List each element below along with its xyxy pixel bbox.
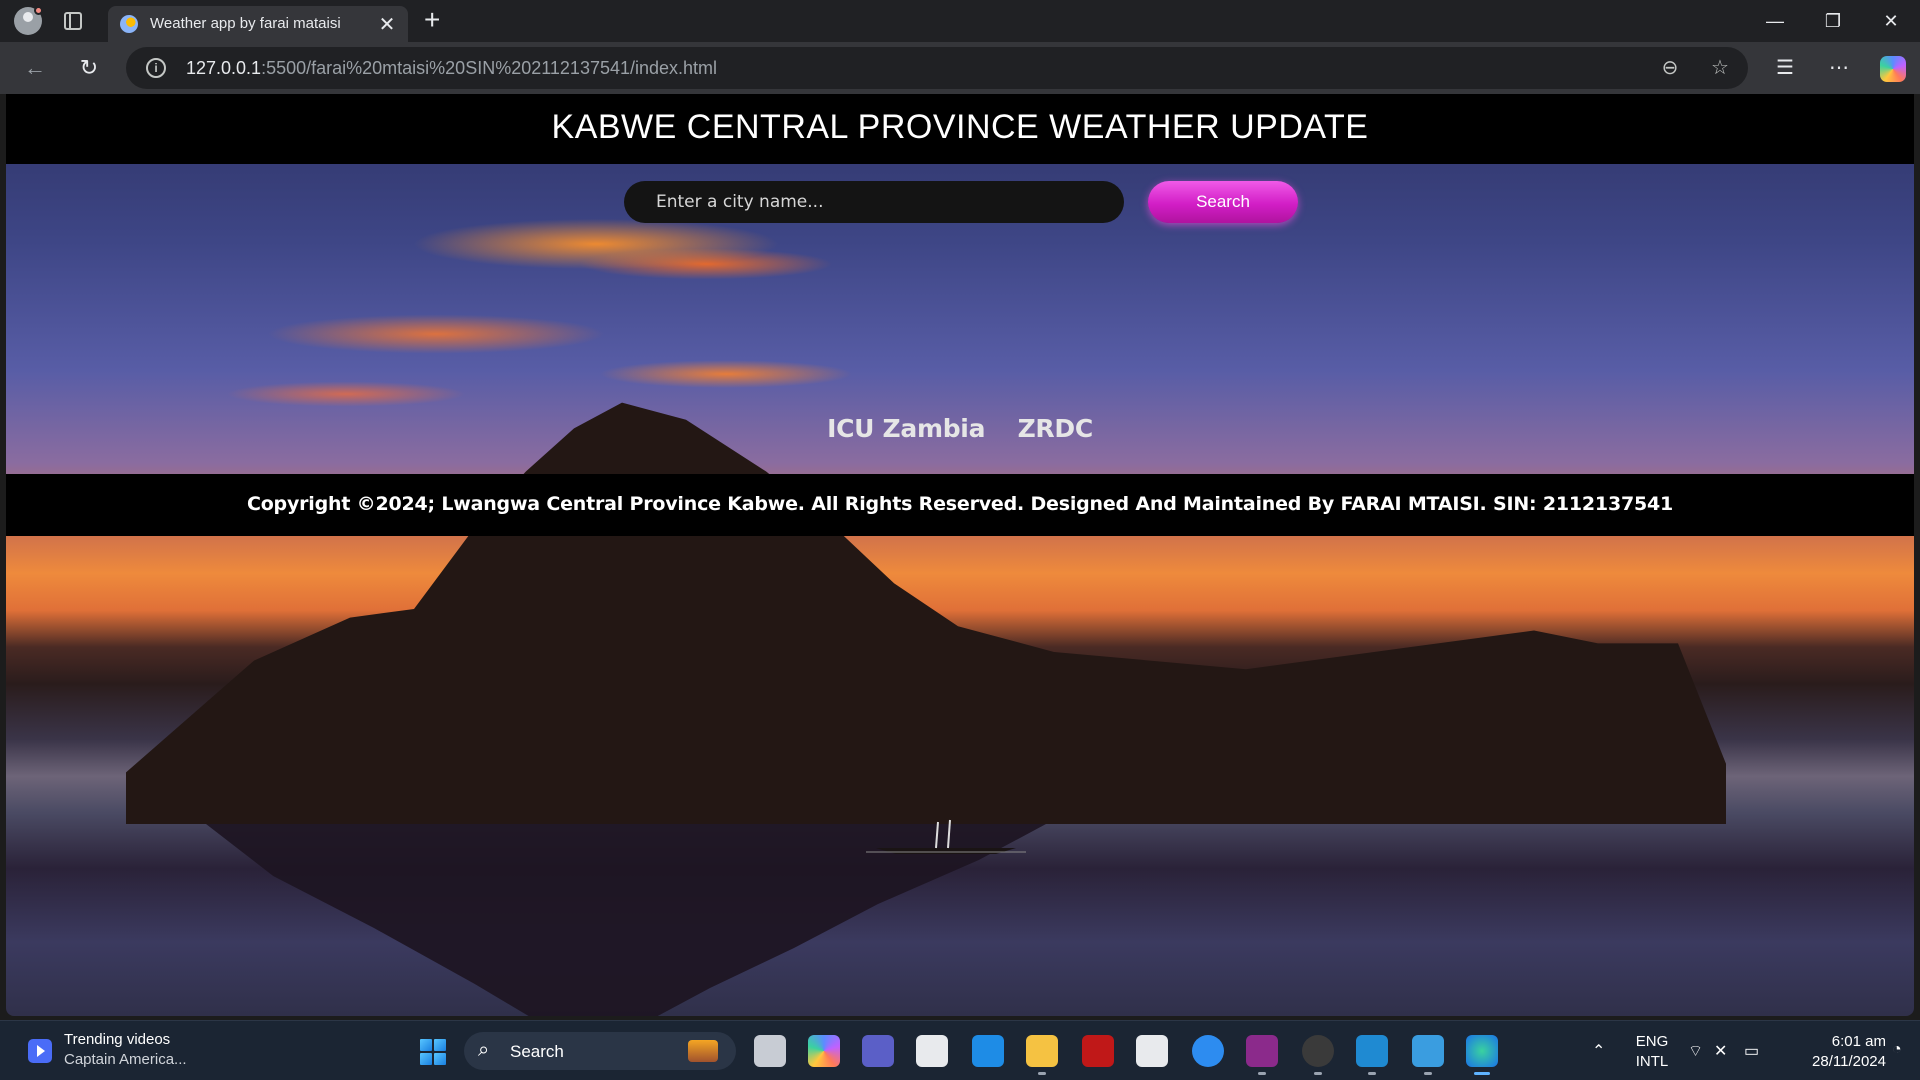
browser-tab[interactable]: Weather app by farai mataisi ✕: [108, 6, 408, 42]
address-bar[interactable]: i 127.0.0.1:5500/farai%20mtaisi%20SIN%20…: [126, 47, 1748, 89]
zoom-out-icon[interactable]: ⊖: [1656, 55, 1684, 81]
weather-favicon-icon: [120, 15, 138, 33]
search-icon: ⌕: [478, 1039, 490, 1061]
site-header: KABWE CENTRAL PROVINCE WEATHER UPDATE: [6, 94, 1914, 164]
widgets-video-icon[interactable]: [28, 1039, 52, 1063]
mcafee-icon[interactable]: [1082, 1035, 1114, 1067]
close-tab-icon[interactable]: ✕: [376, 12, 398, 37]
remote-desktop-icon[interactable]: [1136, 1035, 1168, 1067]
more-icon[interactable]: ⋯: [1824, 54, 1854, 82]
search-highlight-icon: [688, 1040, 718, 1062]
browser-toolbar: ← ↻ i 127.0.0.1:5500/farai%20mtaisi%20SI…: [0, 42, 1920, 94]
media-player-icon[interactable]: [1302, 1035, 1334, 1067]
running-indicator: [1368, 1072, 1376, 1075]
photos-icon[interactable]: [1412, 1035, 1444, 1067]
boat-image: [866, 819, 1026, 854]
arrow-left-icon[interactable]: ←: [20, 54, 50, 82]
mountain-background-image: [126, 402, 1726, 824]
tab-title: Weather app by farai mataisi: [150, 15, 341, 32]
language-bottom[interactable]: INTL: [1630, 1053, 1674, 1070]
profile-avatar-icon[interactable]: [14, 6, 43, 35]
reload-icon[interactable]: ↻: [74, 54, 104, 82]
copyright-text: Copyright ©2024; Lwangwa Central Provinc…: [246, 493, 1674, 515]
task-view-icon[interactable]: [754, 1035, 786, 1067]
info-icon[interactable]: i: [146, 58, 166, 78]
favorites-icon[interactable]: ☰: [1770, 54, 1800, 82]
page-viewport: KABWE CENTRAL PROVINCE WEATHER UPDATE Se…: [6, 94, 1914, 1016]
copilot-icon[interactable]: [1880, 56, 1906, 82]
widget-title[interactable]: Trending videos: [64, 1031, 170, 1048]
taskbar: Trending videos Captain America... ⌕ Sea…: [0, 1020, 1920, 1080]
running-indicator: [1038, 1072, 1046, 1075]
url-text[interactable]: 127.0.0.1:5500/farai%20mtaisi%20SIN%2021…: [186, 58, 717, 79]
teams-icon[interactable]: [862, 1035, 894, 1067]
winrar-icon[interactable]: [1246, 1035, 1278, 1067]
search-button[interactable]: Search: [1148, 181, 1298, 223]
myhp-icon[interactable]: [972, 1035, 1004, 1067]
browser-tab-bar: Weather app by farai mataisi ✕ + — ❐ ✕: [0, 0, 1920, 42]
running-indicator: [1258, 1072, 1266, 1075]
close-window-icon[interactable]: ✕: [1868, 6, 1914, 36]
notification-dot: [34, 6, 43, 15]
clock-date[interactable]: 28/11/2024: [1782, 1053, 1886, 1070]
edge-icon[interactable]: [1466, 1035, 1498, 1067]
store-icon[interactable]: [916, 1035, 948, 1067]
language-top[interactable]: ENG: [1630, 1033, 1674, 1050]
running-indicator: [1314, 1072, 1322, 1075]
copyright-bar: Copyright ©2024; Lwangwa Central Provinc…: [6, 474, 1914, 536]
battery-icon[interactable]: ▭: [1744, 1041, 1759, 1061]
notification-bell-icon[interactable]: ◔: [1892, 1041, 1902, 1059]
link-icu-zambia[interactable]: ICU Zambia: [827, 414, 985, 443]
vscode-icon[interactable]: [1356, 1035, 1388, 1067]
page-title: KABWE CENTRAL PROVINCE WEATHER UPDATE: [551, 108, 1369, 146]
footer-links: ICU Zambia ZRDC: [6, 414, 1914, 443]
widget-subtitle[interactable]: Captain America...: [64, 1051, 187, 1068]
city-search-input[interactable]: [624, 181, 1124, 223]
running-indicator-active: [1474, 1072, 1490, 1075]
file-explorer-icon[interactable]: [1026, 1035, 1058, 1067]
star-icon[interactable]: ☆: [1706, 55, 1734, 81]
tab-actions-icon[interactable]: [64, 12, 82, 30]
chevron-up-icon[interactable]: ⌃: [1592, 1041, 1605, 1061]
taskbar-search[interactable]: ⌕ Search: [464, 1032, 736, 1070]
wifi-icon[interactable]: ⌔: [1688, 1041, 1703, 1061]
clock-time[interactable]: 6:01 am: [1782, 1033, 1886, 1050]
taskbar-search-label: Search: [510, 1042, 564, 1061]
link-zrdc[interactable]: ZRDC: [1018, 414, 1094, 443]
new-tab-icon[interactable]: +: [424, 4, 440, 36]
minimize-icon[interactable]: —: [1752, 6, 1798, 36]
start-icon[interactable]: [420, 1039, 446, 1065]
running-indicator: [1424, 1072, 1432, 1075]
help-icon[interactable]: [1192, 1035, 1224, 1067]
copilot-app-icon[interactable]: [808, 1035, 840, 1067]
volume-muted-icon[interactable]: ✕: [1714, 1041, 1727, 1061]
restore-icon[interactable]: ❐: [1810, 6, 1856, 36]
